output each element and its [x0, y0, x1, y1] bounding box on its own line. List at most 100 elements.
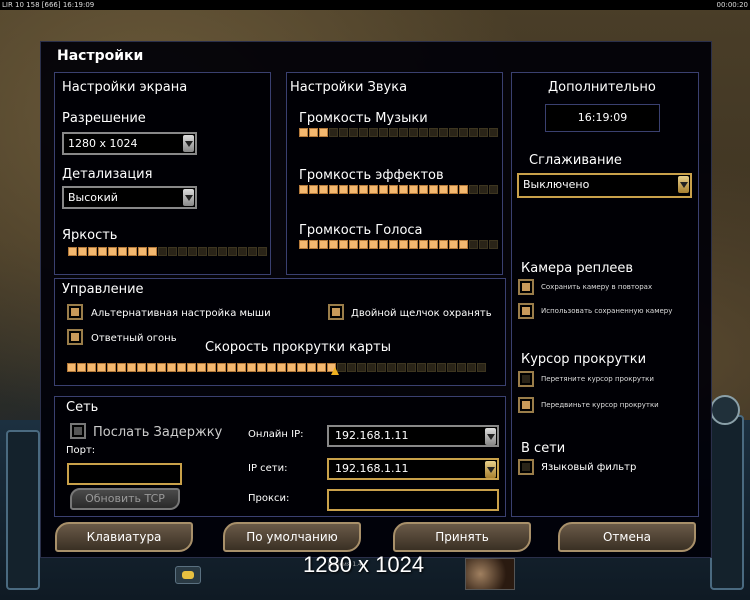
- language-filter-checkbox[interactable]: [518, 459, 534, 475]
- scroll-speed-slider[interactable]: [67, 363, 486, 372]
- slider-segment: [297, 363, 306, 372]
- proxy-input[interactable]: [327, 489, 499, 511]
- slider-segment: [177, 363, 186, 372]
- defaults-button[interactable]: По умолчанию: [223, 522, 361, 552]
- slider-segment: [178, 247, 187, 256]
- slider-segment: [118, 247, 127, 256]
- slider-segment: [319, 185, 328, 194]
- slider-segment: [218, 247, 227, 256]
- slider-segment: [479, 240, 488, 249]
- slider-segment: [198, 247, 207, 256]
- scroll-speed-label: Скорость прокрутки карты: [205, 340, 392, 355]
- slider-segment: [357, 363, 366, 372]
- slider-segment: [147, 363, 156, 372]
- music-volume-label: Громкость Музыки: [299, 111, 428, 126]
- scroll-speed-thumb-icon[interactable]: [331, 367, 339, 375]
- slider-segment: [439, 185, 448, 194]
- proxy-label: Прокси:: [248, 493, 290, 504]
- slider-segment: [138, 247, 147, 256]
- detail-dropdown[interactable]: Высокий: [62, 186, 197, 209]
- resolution-label: Разрешение: [62, 111, 146, 126]
- slider-segment: [167, 363, 176, 372]
- slider-segment: [77, 363, 86, 372]
- language-filter-label: Языковый фильтр: [541, 462, 637, 473]
- resolution-dropdown[interactable]: 1280 x 1024: [62, 132, 197, 155]
- effects-volume-slider[interactable]: [299, 185, 498, 194]
- slider-segment: [359, 240, 368, 249]
- slider-segment: [299, 128, 308, 137]
- keyboard-button[interactable]: Клавиатура: [55, 522, 193, 552]
- slider-segment: [467, 363, 476, 372]
- slider-segment: [238, 247, 247, 256]
- slider-segment: [267, 363, 276, 372]
- slider-segment: [477, 363, 486, 372]
- update-tcp-button[interactable]: Обновить TCP: [70, 488, 180, 510]
- slider-segment: [359, 128, 368, 137]
- slider-segment: [107, 363, 116, 372]
- move-cursor-label: Передвиньте курсор прокрутки: [541, 401, 659, 409]
- slider-segment: [449, 128, 458, 137]
- drag-cursor-checkbox[interactable]: [518, 371, 534, 387]
- slider-segment: [248, 247, 257, 256]
- slider-segment: [287, 363, 296, 372]
- dialog-title: Настройки: [57, 48, 144, 64]
- slider-segment: [419, 128, 428, 137]
- slider-segment: [97, 363, 106, 372]
- lan-ip-dropdown[interactable]: 192.168.1.11: [327, 458, 499, 480]
- brightness-slider[interactable]: [68, 247, 267, 256]
- slider-segment: [459, 185, 468, 194]
- slider-segment: [339, 240, 348, 249]
- antialias-dropdown[interactable]: Выключено: [517, 173, 692, 198]
- antialias-value: Выключено: [523, 178, 590, 191]
- port-input[interactable]: [67, 463, 182, 485]
- chevron-down-icon: [183, 135, 194, 152]
- slider-segment: [429, 185, 438, 194]
- slider-segment: [409, 128, 418, 137]
- send-delay-checkbox[interactable]: [70, 423, 86, 439]
- double-click-guard-checkbox[interactable]: [328, 304, 344, 320]
- status-left: LIR 10 158 [666] 16:19:09: [2, 1, 95, 9]
- cancel-button[interactable]: Отмена: [558, 522, 696, 552]
- slider-segment: [117, 363, 126, 372]
- save-camera-label: Сохранить камеру в повторах: [541, 283, 653, 291]
- slider-segment: [88, 247, 97, 256]
- slider-segment: [369, 128, 378, 137]
- control-settings-panel: Управление Альтернативная настройка мыши…: [54, 278, 506, 386]
- voice-volume-slider[interactable]: [299, 240, 498, 249]
- use-saved-camera-checkbox[interactable]: [518, 303, 534, 319]
- slider-segment: [237, 363, 246, 372]
- chevron-down-icon: [183, 189, 194, 206]
- slider-segment: [379, 185, 388, 194]
- slider-segment: [429, 128, 438, 137]
- move-cursor-checkbox[interactable]: [518, 397, 534, 413]
- slider-segment: [377, 363, 386, 372]
- slider-segment: [309, 240, 318, 249]
- online-ip-dropdown[interactable]: 192.168.1.11: [327, 425, 499, 447]
- slider-segment: [67, 363, 76, 372]
- slider-segment: [309, 128, 318, 137]
- screen-settings-panel: Настройки экрана Разрешение 1280 x 1024 …: [54, 72, 271, 275]
- voice-volume-label: Громкость Голоса: [299, 223, 423, 238]
- top-status-bar: LIR 10 158 [666] 16:19:09 00:00:20: [0, 0, 750, 10]
- slider-segment: [197, 363, 206, 372]
- retaliation-checkbox[interactable]: [67, 329, 83, 345]
- slider-segment: [98, 247, 107, 256]
- slider-segment: [128, 247, 137, 256]
- slider-segment: [108, 247, 117, 256]
- use-saved-camera-label: Использовать сохраненную камеру: [541, 307, 673, 315]
- alt-mouse-checkbox[interactable]: [67, 304, 83, 320]
- online-label: В сети: [521, 441, 566, 456]
- slider-segment: [479, 185, 488, 194]
- double-click-guard-label: Двойной щелчок охранять: [351, 308, 492, 319]
- slider-segment: [399, 128, 408, 137]
- slider-segment: [437, 363, 446, 372]
- chat-icon[interactable]: [175, 566, 201, 584]
- save-camera-checkbox[interactable]: [518, 279, 534, 295]
- slider-segment: [369, 185, 378, 194]
- slider-segment: [307, 363, 316, 372]
- slider-segment: [329, 240, 338, 249]
- slider-segment: [148, 247, 157, 256]
- accept-button[interactable]: Принять: [393, 522, 531, 552]
- music-volume-slider[interactable]: [299, 128, 498, 137]
- options-dialog: Настройки Настройки экрана Разрешение 12…: [40, 41, 712, 558]
